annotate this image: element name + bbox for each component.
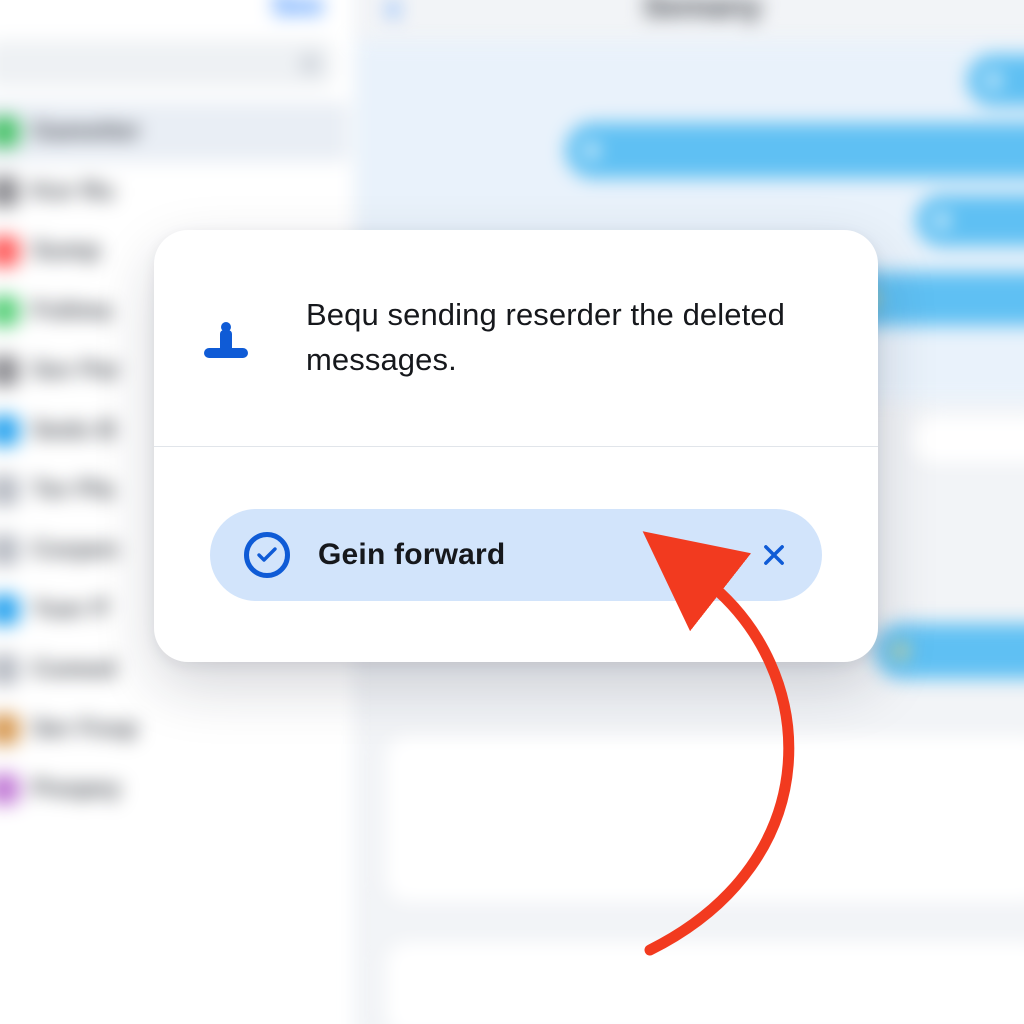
delete-dialog: Bequ sending reserder the deleted messag… (154, 230, 878, 662)
sidebar-header-action[interactable]: See (272, 0, 323, 22)
list-item[interactable]: Ser Fosp (0, 699, 348, 759)
forward-chip[interactable]: Gein forward (210, 509, 822, 601)
search-input[interactable] (0, 40, 334, 87)
close-icon[interactable] (756, 537, 792, 573)
check-circle-icon (244, 532, 290, 578)
list-item[interactable]: Poopey (0, 759, 348, 819)
dialog-header: Bequ sending reserder the deleted messag… (154, 230, 878, 446)
dialog-actions: Gein forward (154, 447, 878, 662)
list-item[interactable]: Kor Ru (0, 162, 348, 222)
chat-title: Semany (355, 0, 1024, 25)
stamp-icon (202, 314, 250, 362)
list-item[interactable]: Gametter (0, 102, 348, 162)
dialog-message: Bequ sending reserder the deleted messag… (306, 293, 786, 383)
forward-chip-label: Gein forward (318, 538, 505, 572)
